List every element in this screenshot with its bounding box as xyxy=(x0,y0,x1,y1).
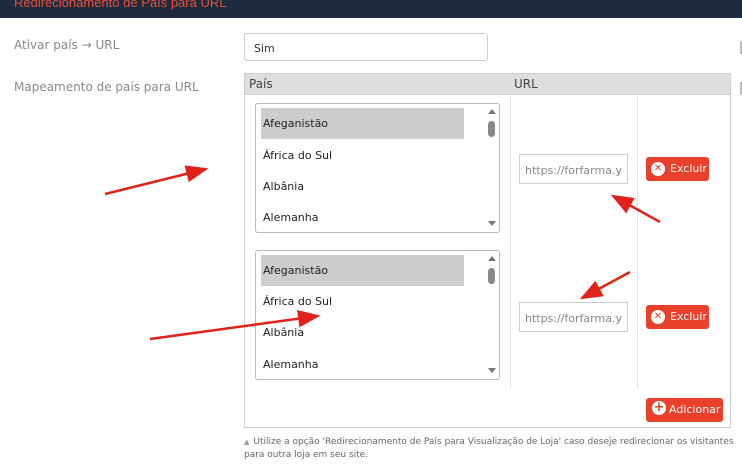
annotation-arrow xyxy=(610,194,661,224)
annotation-arrows xyxy=(104,165,661,341)
annotation-arrow xyxy=(149,310,321,341)
annotation-arrow xyxy=(579,270,631,300)
annotation-arrow xyxy=(104,165,209,196)
